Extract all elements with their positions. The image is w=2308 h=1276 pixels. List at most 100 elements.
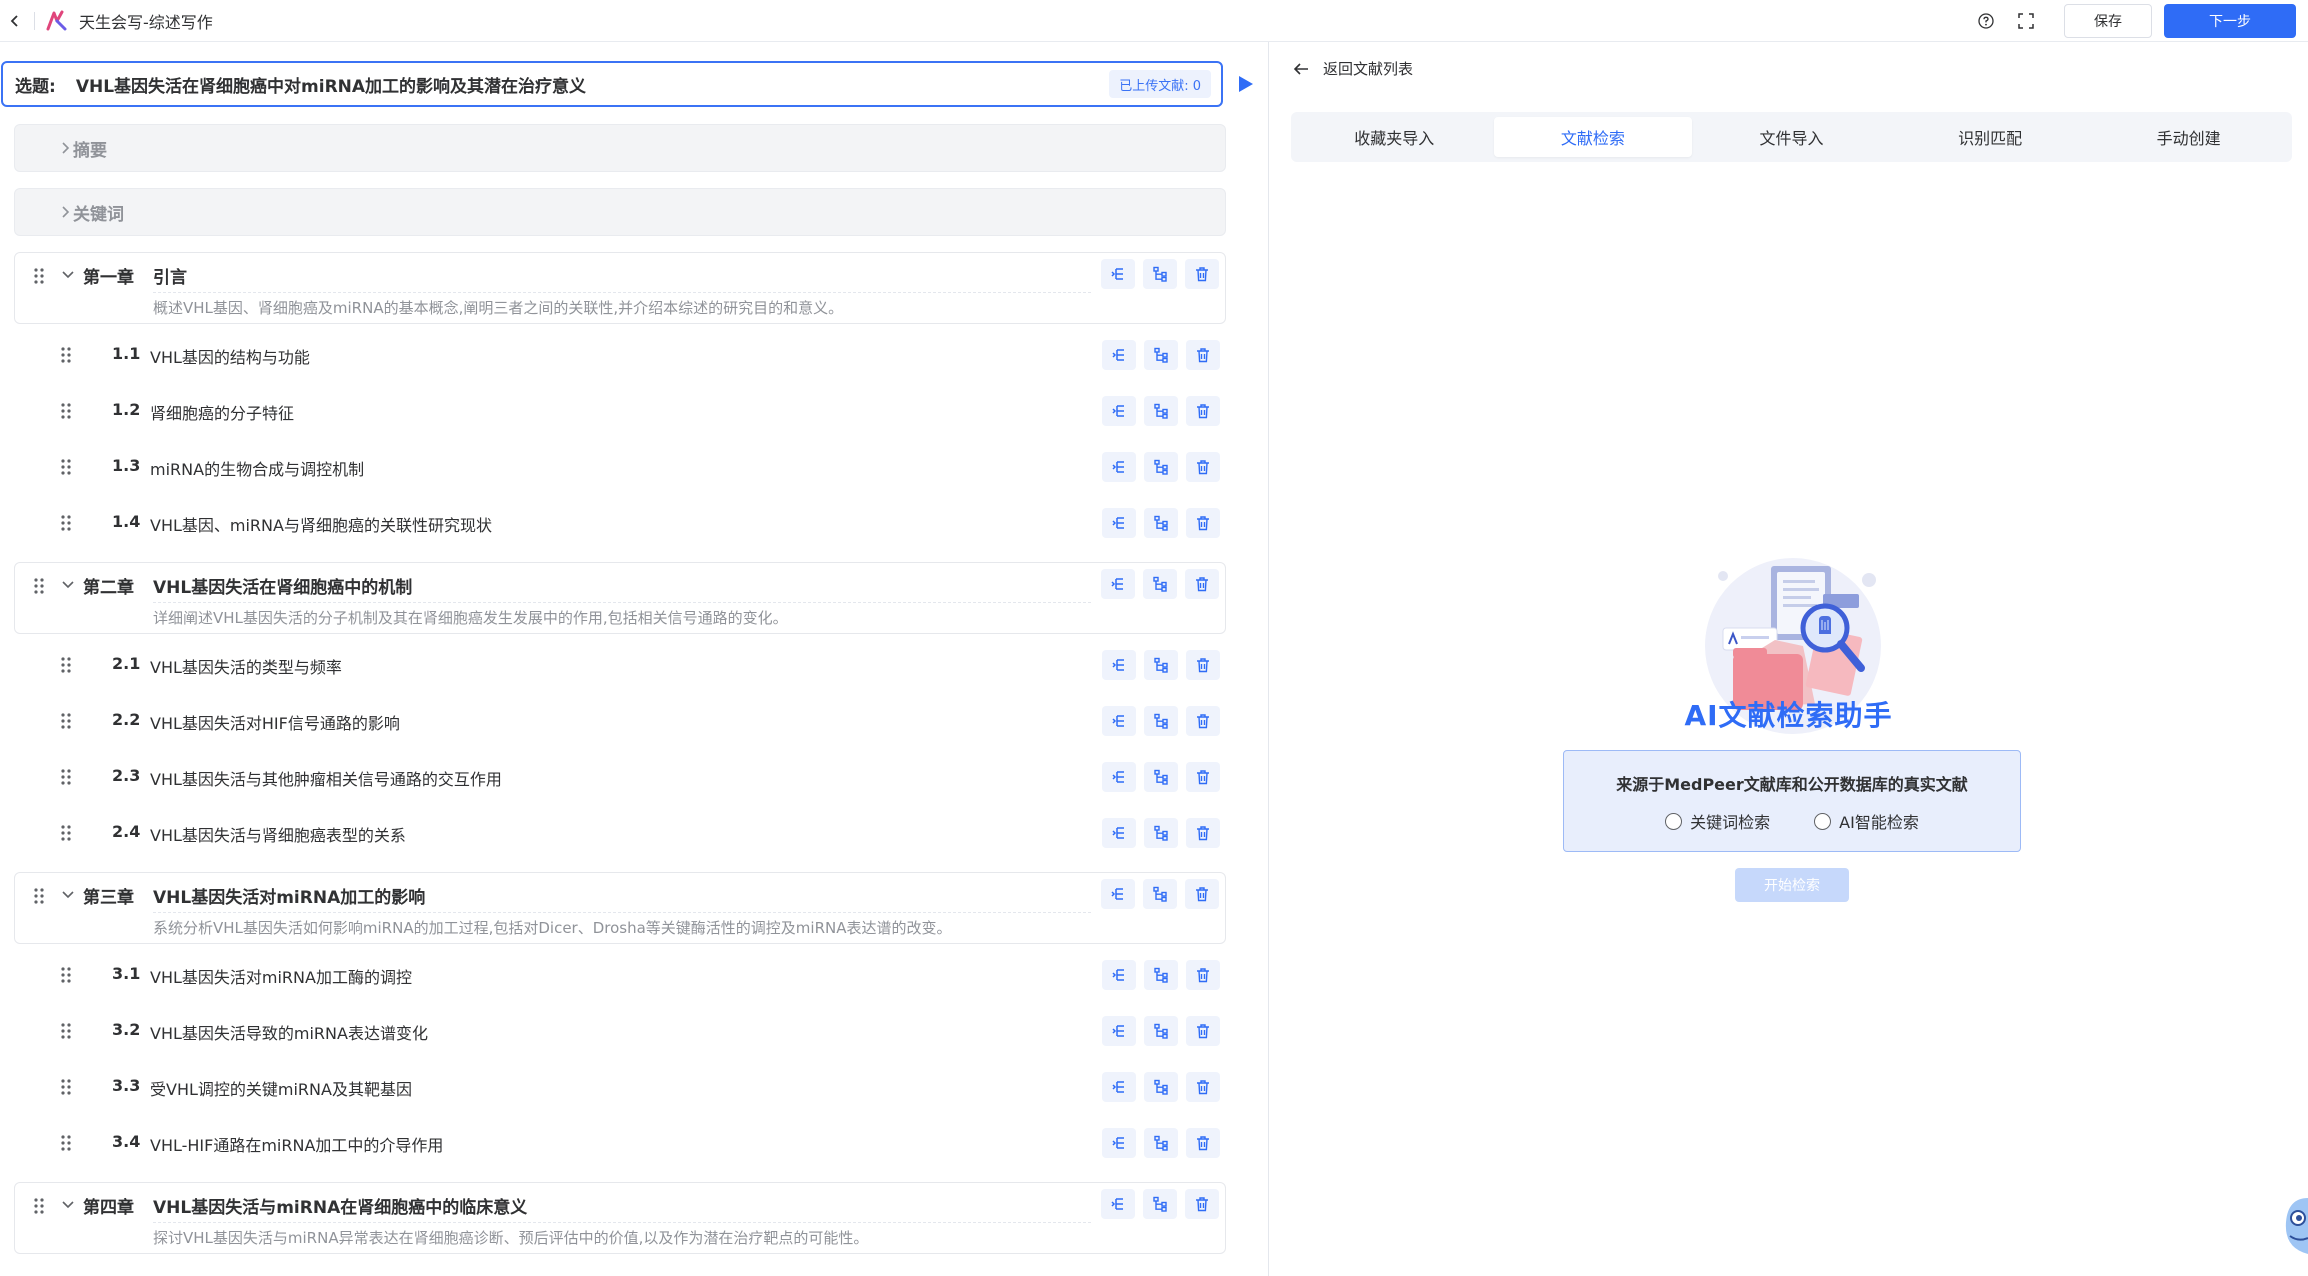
delete-button[interactable] (1186, 1072, 1220, 1102)
section-title[interactable]: 受VHL调控的关键miRNA及其靶基因 (150, 1076, 412, 1100)
chapter-title[interactable]: VHL基因失活与miRNA在肾细胞癌中的临床意义 (153, 1193, 1091, 1223)
drag-handle-icon[interactable] (60, 656, 72, 674)
drag-handle-icon[interactable] (60, 1078, 72, 1096)
play-icon[interactable] (1234, 73, 1256, 95)
add-subsection-button[interactable] (1144, 396, 1178, 426)
insert-button[interactable] (1102, 1016, 1136, 1046)
add-subsection-button[interactable] (1144, 818, 1178, 848)
insert-button[interactable] (1102, 1128, 1136, 1158)
add-subsection-button[interactable] (1143, 259, 1177, 289)
topic-field[interactable]: 选题: VHL基因失活在肾细胞癌中对miRNA加工的影响及其潜在治疗意义 已上传… (1, 61, 1223, 107)
tab-favorites-import[interactable]: 收藏夹导入 (1295, 117, 1494, 157)
drag-handle-icon[interactable] (60, 1134, 72, 1152)
add-subsection-button[interactable] (1143, 879, 1177, 909)
drag-handle-icon[interactable] (33, 887, 45, 905)
chapter-title[interactable]: VHL基因失活在肾细胞癌中的机制 (153, 573, 1091, 603)
add-subsection-button[interactable] (1144, 1072, 1178, 1102)
drag-handle-icon[interactable] (60, 514, 72, 532)
chevron-down-icon[interactable] (61, 1197, 75, 1211)
add-subsection-button[interactable] (1144, 340, 1178, 370)
drag-handle-icon[interactable] (60, 966, 72, 984)
abstract-section[interactable]: 摘要 (14, 124, 1226, 172)
add-subsection-button[interactable] (1144, 452, 1178, 482)
add-subsection-button[interactable] (1144, 1128, 1178, 1158)
chapter-description[interactable]: 系统分析VHL基因失活如何影响miRNA的加工过程,包括对Dicer、Drosh… (153, 917, 951, 938)
insert-button[interactable] (1102, 650, 1136, 680)
chevron-down-icon[interactable] (61, 887, 75, 901)
delete-button[interactable] (1186, 340, 1220, 370)
insert-button[interactable] (1102, 1072, 1136, 1102)
chapter-title[interactable]: VHL基因失活对miRNA加工的影响 (153, 883, 1091, 913)
chapter-description[interactable]: 探讨VHL基因失活与miRNA异常表达在肾细胞癌诊断、预后评估中的价值,以及作为… (153, 1227, 868, 1248)
add-subsection-button[interactable] (1144, 960, 1178, 990)
back-button[interactable] (0, 0, 30, 42)
insert-button[interactable] (1101, 569, 1135, 599)
delete-button[interactable] (1186, 706, 1220, 736)
insert-button[interactable] (1102, 340, 1136, 370)
add-subsection-button[interactable] (1143, 1189, 1177, 1219)
chapter-description[interactable]: 详细阐述VHL基因失活的分子机制及其在肾细胞癌发生发展中的作用,包括相关信号通路… (153, 607, 788, 628)
add-subsection-button[interactable] (1144, 650, 1178, 680)
section-title[interactable]: VHL基因失活与其他肿瘤相关信号通路的交互作用 (150, 766, 502, 790)
help-button[interactable] (1966, 0, 2006, 42)
tab-manual-create[interactable]: 手动创建 (2089, 117, 2288, 157)
insert-button[interactable] (1102, 508, 1136, 538)
next-step-button[interactable]: 下一步 (2164, 3, 2296, 38)
delete-button[interactable] (1186, 818, 1220, 848)
insert-button[interactable] (1101, 259, 1135, 289)
insert-button[interactable] (1102, 762, 1136, 792)
drag-handle-icon[interactable] (60, 768, 72, 786)
chevron-down-icon[interactable] (61, 267, 75, 281)
section-title[interactable]: VHL基因的结构与功能 (150, 344, 310, 368)
delete-button[interactable] (1186, 650, 1220, 680)
section-title[interactable]: VHL基因失活对HIF信号通路的影响 (150, 710, 400, 734)
delete-button[interactable] (1185, 879, 1219, 909)
insert-button[interactable] (1102, 818, 1136, 848)
drag-handle-icon[interactable] (60, 824, 72, 842)
start-search-button[interactable]: 开始检索 (1735, 868, 1849, 902)
drag-handle-icon[interactable] (60, 402, 72, 420)
insert-button[interactable] (1102, 706, 1136, 736)
section-title[interactable]: VHL基因、miRNA与肾细胞癌的关联性研究现状 (150, 512, 492, 536)
chapter-description[interactable]: 概述VHL基因、肾细胞癌及miRNA的基本概念,阐明三者之间的关联性,并介绍本综… (153, 297, 843, 318)
section-title[interactable]: VHL-HIF通路在miRNA加工中的介导作用 (150, 1132, 443, 1156)
section-title[interactable]: miRNA的生物合成与调控机制 (150, 456, 364, 480)
section-title[interactable]: 肾细胞癌的分子特征 (150, 400, 294, 424)
insert-button[interactable] (1102, 452, 1136, 482)
chapter-title[interactable]: 引言 (153, 263, 1091, 293)
add-subsection-button[interactable] (1144, 762, 1178, 792)
delete-button[interactable] (1186, 1128, 1220, 1158)
insert-button[interactable] (1102, 396, 1136, 426)
tab-recognize-match[interactable]: 识别匹配 (1891, 117, 2090, 157)
delete-button[interactable] (1186, 452, 1220, 482)
insert-button[interactable] (1102, 960, 1136, 990)
delete-button[interactable] (1186, 396, 1220, 426)
section-title[interactable]: VHL基因失活的类型与频率 (150, 654, 342, 678)
drag-handle-icon[interactable] (60, 1022, 72, 1040)
radio-ai-search[interactable]: AI智能检索 (1814, 809, 1919, 833)
keywords-section[interactable]: 关键词 (14, 188, 1226, 236)
add-subsection-button[interactable] (1144, 508, 1178, 538)
section-title[interactable]: VHL基因失活与肾细胞癌表型的关系 (150, 822, 406, 846)
delete-button[interactable] (1186, 1016, 1220, 1046)
drag-handle-icon[interactable] (60, 346, 72, 364)
drag-handle-icon[interactable] (33, 1197, 45, 1215)
insert-button[interactable] (1101, 1189, 1135, 1219)
add-subsection-button[interactable] (1144, 1016, 1178, 1046)
drag-handle-icon[interactable] (33, 577, 45, 595)
delete-button[interactable] (1186, 960, 1220, 990)
tab-literature-search[interactable]: 文献检索 (1493, 117, 1693, 157)
delete-button[interactable] (1186, 508, 1220, 538)
drag-handle-icon[interactable] (60, 458, 72, 476)
section-title[interactable]: VHL基因失活导致的miRNA表达谱变化 (150, 1020, 428, 1044)
save-button[interactable]: 保存 (2064, 3, 2152, 38)
delete-button[interactable] (1185, 569, 1219, 599)
delete-button[interactable] (1185, 259, 1219, 289)
mascot-icon[interactable] (2276, 1192, 2308, 1262)
fullscreen-button[interactable] (2006, 0, 2046, 42)
add-subsection-button[interactable] (1144, 706, 1178, 736)
chevron-down-icon[interactable] (61, 577, 75, 591)
add-subsection-button[interactable] (1143, 569, 1177, 599)
insert-button[interactable] (1101, 879, 1135, 909)
return-to-list-link[interactable]: 返回文献列表 (1293, 58, 1413, 79)
